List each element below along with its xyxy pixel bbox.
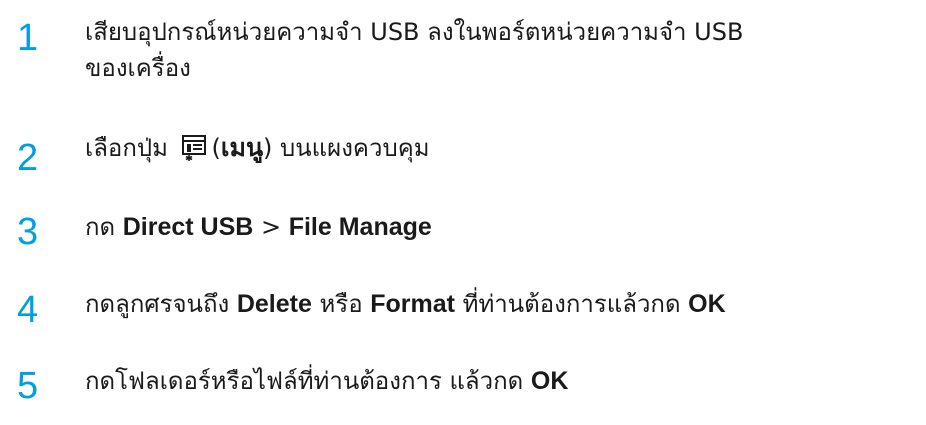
option-delete: Delete	[236, 290, 312, 318]
ok-label: OK	[530, 367, 569, 395]
menu-label: เมนู	[220, 134, 264, 162]
step-text-after: ที่ท่านต้องการแล้วกด	[455, 290, 689, 318]
step-text-after: ) บนแผงควบคุม	[263, 134, 430, 162]
menu-icon	[180, 132, 210, 172]
open-paren: (	[211, 134, 221, 162]
step-text-line-1: เสียบอุปกรณ์หน่วยความจำ USB ลงในพอร์ตหน่…	[85, 18, 744, 46]
step-text: กด Direct USB > File Manage	[85, 209, 915, 245]
option-format: Format	[370, 290, 455, 318]
step-text-before: กดลูกศรจนถึง	[85, 290, 237, 318]
step-text-before: เลือกปุ่ม	[85, 134, 176, 162]
ok-label: OK	[688, 290, 726, 318]
step-text-before: กดโฟลเดอร์หรือไฟล์ที่ท่านต้องการ แล้วกด	[85, 367, 531, 395]
menu-item-file-manage: File Manage	[288, 213, 432, 241]
step-number: 2	[17, 137, 39, 179]
step-text: กดลูกศรจนถึง Delete หรือ Format ที่ท่านต…	[85, 286, 915, 322]
step-text-mid: หรือ	[311, 290, 371, 318]
instruction-steps: 1 เสียบอุปกรณ์หน่วยความจำ USB ลงในพอร์ตห…	[0, 0, 926, 425]
step-number: 3	[17, 211, 39, 253]
path-separator: >	[253, 213, 289, 241]
step-number: 1	[17, 17, 39, 59]
step-text: เสียบอุปกรณ์หน่วยความจำ USB ลงในพอร์ตหน่…	[85, 14, 915, 86]
step-number: 5	[17, 365, 39, 407]
menu-path-direct-usb: Direct USB	[122, 213, 254, 241]
step-text-before: กด	[85, 213, 123, 241]
step-text: เลือกปุ่ม (เมนู) บนแผงควบคุม	[85, 130, 915, 172]
step-number: 4	[17, 289, 39, 331]
step-text: กดโฟลเดอร์หรือไฟล์ที่ท่านต้องการ แล้วกด …	[85, 363, 915, 399]
step-text-line-2: ของเครื่อง	[85, 54, 191, 82]
